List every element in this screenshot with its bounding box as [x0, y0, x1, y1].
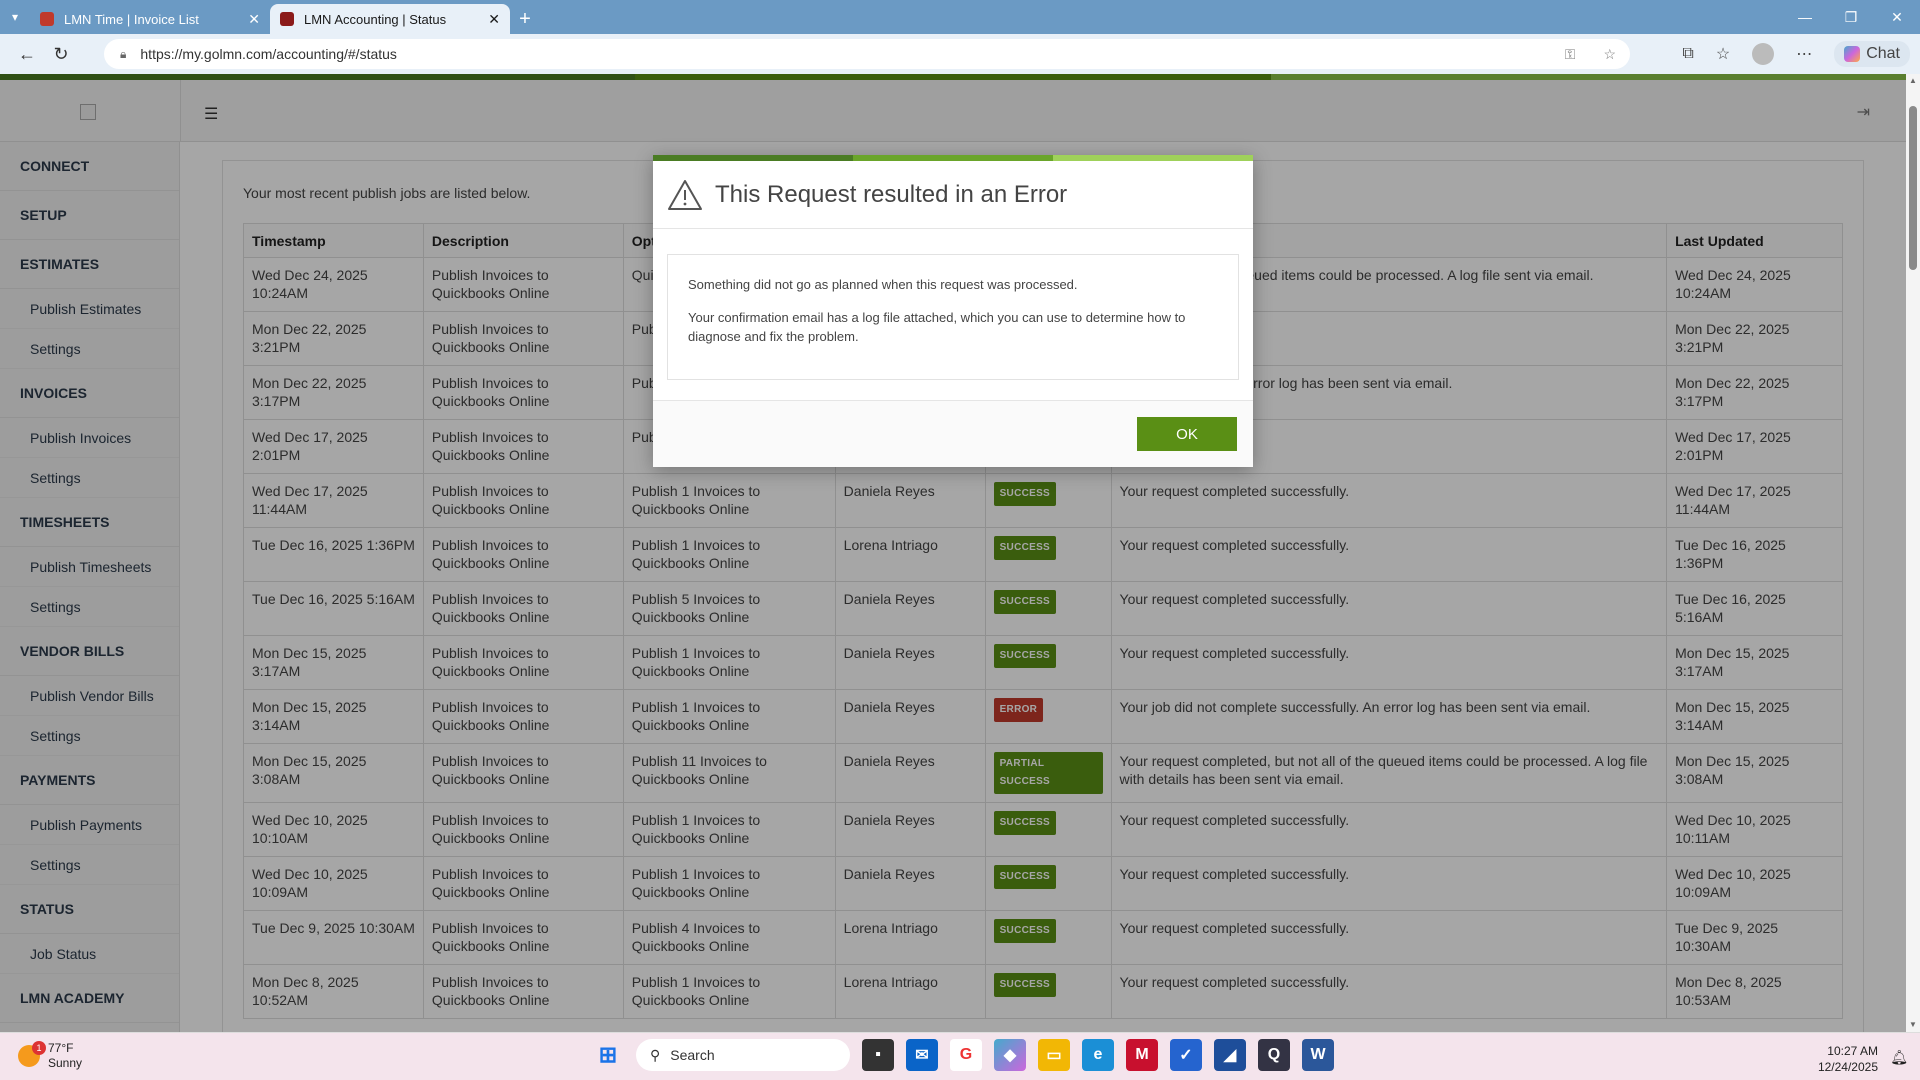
outlook-icon[interactable]: ✉ — [906, 1039, 938, 1071]
lmn-favicon — [40, 12, 54, 26]
close-tab-icon[interactable]: ✕ — [248, 11, 260, 28]
mcafee-icon[interactable]: M — [1126, 1039, 1158, 1071]
tab-invoice-list[interactable]: LMN Time | Invoice List ✕ — [30, 4, 270, 34]
scroll-down-icon[interactable]: ▼ — [1906, 1018, 1920, 1032]
search-app-icon[interactable]: Q — [1258, 1039, 1290, 1071]
refresh-icon[interactable]: ↻ — [44, 38, 78, 70]
copilot-icon — [1844, 46, 1861, 62]
url-text: https://my.golmn.com/accounting/#/status — [140, 46, 397, 62]
google-icon[interactable]: G — [950, 1039, 982, 1071]
clock-time: 10:27 AM — [1827, 1044, 1878, 1058]
windows-taskbar: 1 77°F Sunny ⊞ ⚲ Search ▪ ✉ G ◆ ▭ e M ✓ … — [0, 1032, 1920, 1080]
clock-date: 12/24/2025 — [1817, 1060, 1878, 1074]
back-icon[interactable]: ← — [10, 38, 44, 70]
key-icon[interactable]: ⚿ — [1565, 46, 1576, 63]
notification-bell-icon[interactable]: 🔔︎ — [1890, 1049, 1908, 1066]
lock-icon[interactable]: 🔒︎ — [120, 47, 126, 62]
modal-footer: OK — [653, 400, 1253, 467]
notification-badge: 1 — [32, 1041, 46, 1055]
address-toolbar: ← ↻ 🔒︎ https://my.golmn.com/accounting/#… — [0, 34, 1920, 74]
tab-accounting-status[interactable]: LMN Accounting | Status ✕ — [270, 4, 510, 34]
edge-icon[interactable]: e — [1082, 1039, 1114, 1071]
lmn-favicon — [280, 12, 294, 26]
favorites-icon[interactable]: ☆ — [1716, 44, 1730, 64]
extensions-icon[interactable]: ⧉ — [1682, 45, 1693, 63]
more-options-icon[interactable]: ⋯ — [1796, 44, 1812, 64]
ok-button[interactable]: OK — [1137, 417, 1237, 451]
new-tab-button[interactable]: + — [510, 4, 540, 34]
scrollbar-thumb[interactable] — [1909, 106, 1917, 270]
modal-title: This Request resulted in an Error — [715, 180, 1068, 208]
word-icon[interactable]: W — [1302, 1039, 1334, 1071]
file-explorer-icon[interactable]: ▭ — [1038, 1039, 1070, 1071]
favorite-star-icon[interactable]: ☆ — [1603, 46, 1616, 63]
system-clock[interactable]: 10:27 AM 12/24/2025 — [1818, 1043, 1878, 1075]
url-field[interactable]: 🔒︎ https://my.golmn.com/accounting/#/sta… — [104, 39, 1630, 69]
window-controls: — ❐ ✕ — [1782, 0, 1920, 34]
restore-icon[interactable]: ❐ — [1828, 0, 1874, 34]
search-icon: ⚲ — [650, 1046, 661, 1063]
profile-avatar[interactable] — [1752, 43, 1775, 65]
modal-header: This Request resulted in an Error — [653, 161, 1253, 229]
close-window-icon[interactable]: ✕ — [1874, 0, 1920, 34]
sun-icon: 1 — [18, 1041, 46, 1067]
warning-icon — [668, 179, 702, 210]
search-label: Search — [670, 1047, 715, 1063]
chat-label: Chat — [1866, 45, 1900, 62]
todo-icon[interactable]: ✓ — [1170, 1039, 1202, 1071]
weather-widget[interactable]: 1 77°F Sunny — [18, 1041, 82, 1071]
browser-tab-bar: ▾ LMN Time | Invoice List ✕ LMN Accounti… — [0, 0, 1920, 34]
copilot-chat-button[interactable]: Chat — [1834, 41, 1910, 67]
minimize-icon[interactable]: — — [1782, 0, 1828, 34]
windows-start-icon[interactable]: ⊞ — [592, 1039, 624, 1071]
scroll-up-icon[interactable]: ▲ — [1906, 74, 1920, 88]
tab-title: LMN Accounting | Status — [304, 11, 447, 27]
weather-temperature: 77°F — [48, 1041, 74, 1055]
app-icon[interactable]: ◢ — [1214, 1039, 1246, 1071]
tab-actions-menu-icon[interactable]: ▾ — [0, 0, 30, 34]
task-view-icon[interactable]: ▪ — [862, 1039, 894, 1071]
page-scrollbar[interactable]: ▲ ▼ — [1906, 74, 1920, 1032]
modal-message-line: Something did not go as planned when thi… — [688, 277, 1078, 292]
copilot-icon[interactable]: ◆ — [994, 1039, 1026, 1071]
taskbar-apps: ⊞ ⚲ Search ▪ ✉ G ◆ ▭ e M ✓ ◢ Q W — [592, 1039, 1334, 1071]
weather-condition: Sunny — [48, 1056, 83, 1070]
tab-title: LMN Time | Invoice List — [64, 11, 199, 27]
taskbar-search[interactable]: ⚲ Search — [636, 1039, 850, 1071]
close-tab-icon[interactable]: ✕ — [488, 11, 500, 28]
error-modal: This Request resulted in an Error Someth… — [653, 155, 1253, 467]
modal-message-box: Something did not go as planned when thi… — [667, 254, 1239, 380]
modal-message-line: Your confirmation email has a log file a… — [688, 310, 1186, 344]
